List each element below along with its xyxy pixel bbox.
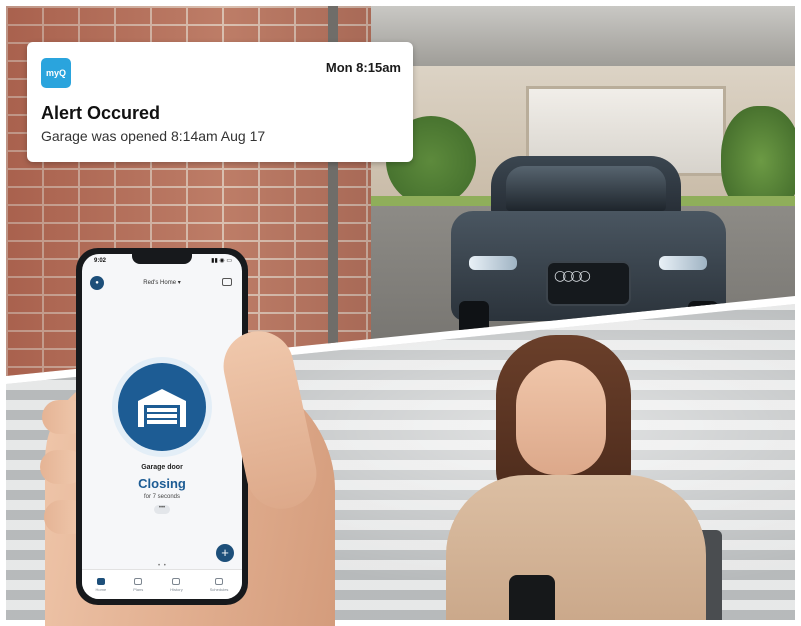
house-roof: [371, 6, 795, 66]
schedules-tab-icon: [215, 577, 224, 585]
device-detail: for 7 seconds: [143, 494, 181, 500]
push-notification[interactable]: myQ Mon 8:15am Alert Occured Garage was …: [27, 42, 413, 162]
car: ○○○○: [451, 156, 726, 336]
plans-tab-icon: [134, 577, 143, 585]
garage-door-icon: [138, 389, 186, 427]
device-state: Closing: [138, 476, 186, 491]
notification-title: Alert Occured: [41, 103, 161, 123]
car-headlight: [659, 256, 707, 270]
car-wheel: [459, 301, 489, 335]
device-name: Garage door: [141, 464, 183, 471]
status-time: 9:02: [94, 258, 107, 264]
home-selector[interactable]: Red's Home ▾: [82, 279, 242, 286]
notification-time: Mon 8:15am: [325, 60, 401, 75]
tab-schedules[interactable]: Schedules: [209, 577, 229, 592]
phone-screen: 9:02 ▮▮ ◉ ▭ ● Red's Home ▾ Garage door C…: [82, 254, 242, 599]
status-icons: ▮▮ ◉ ▭: [211, 258, 232, 264]
home-tab-icon: [96, 577, 105, 585]
car-windshield: [506, 166, 666, 211]
car-headlight: [469, 256, 517, 270]
smartphone: 9:02 ▮▮ ◉ ▭ ● Red's Home ▾ Garage door C…: [76, 248, 248, 605]
tab-home[interactable]: Home: [95, 577, 107, 592]
message-icon[interactable]: [222, 278, 232, 286]
myq-app-icon: myQ: [41, 58, 71, 88]
marketing-composite: ○○○○ myQ Mon 8:15am Alert Occured Garage…: [0, 0, 801, 626]
woman-face: [516, 360, 606, 475]
history-tab-icon: [172, 577, 181, 585]
tab-label: Home: [95, 586, 107, 592]
more-button[interactable]: •••: [154, 505, 170, 514]
woman-phone: [509, 575, 555, 620]
tab-label: History: [170, 586, 183, 592]
tab-label: Schedules: [209, 586, 229, 592]
garage-door-button[interactable]: [118, 363, 206, 451]
tab-plans[interactable]: Plans: [133, 577, 144, 592]
woman-body: [446, 475, 706, 620]
phone-notch: [132, 254, 192, 264]
add-button[interactable]: +: [216, 544, 234, 562]
tab-bar: Home Plans History Schedules: [82, 569, 242, 599]
tab-history[interactable]: History: [170, 577, 183, 592]
notification-body: Garage was opened 8:14am Aug 17: [41, 128, 266, 144]
car-logo: ○○○○: [554, 268, 591, 284]
tab-label: Plans: [133, 586, 144, 592]
